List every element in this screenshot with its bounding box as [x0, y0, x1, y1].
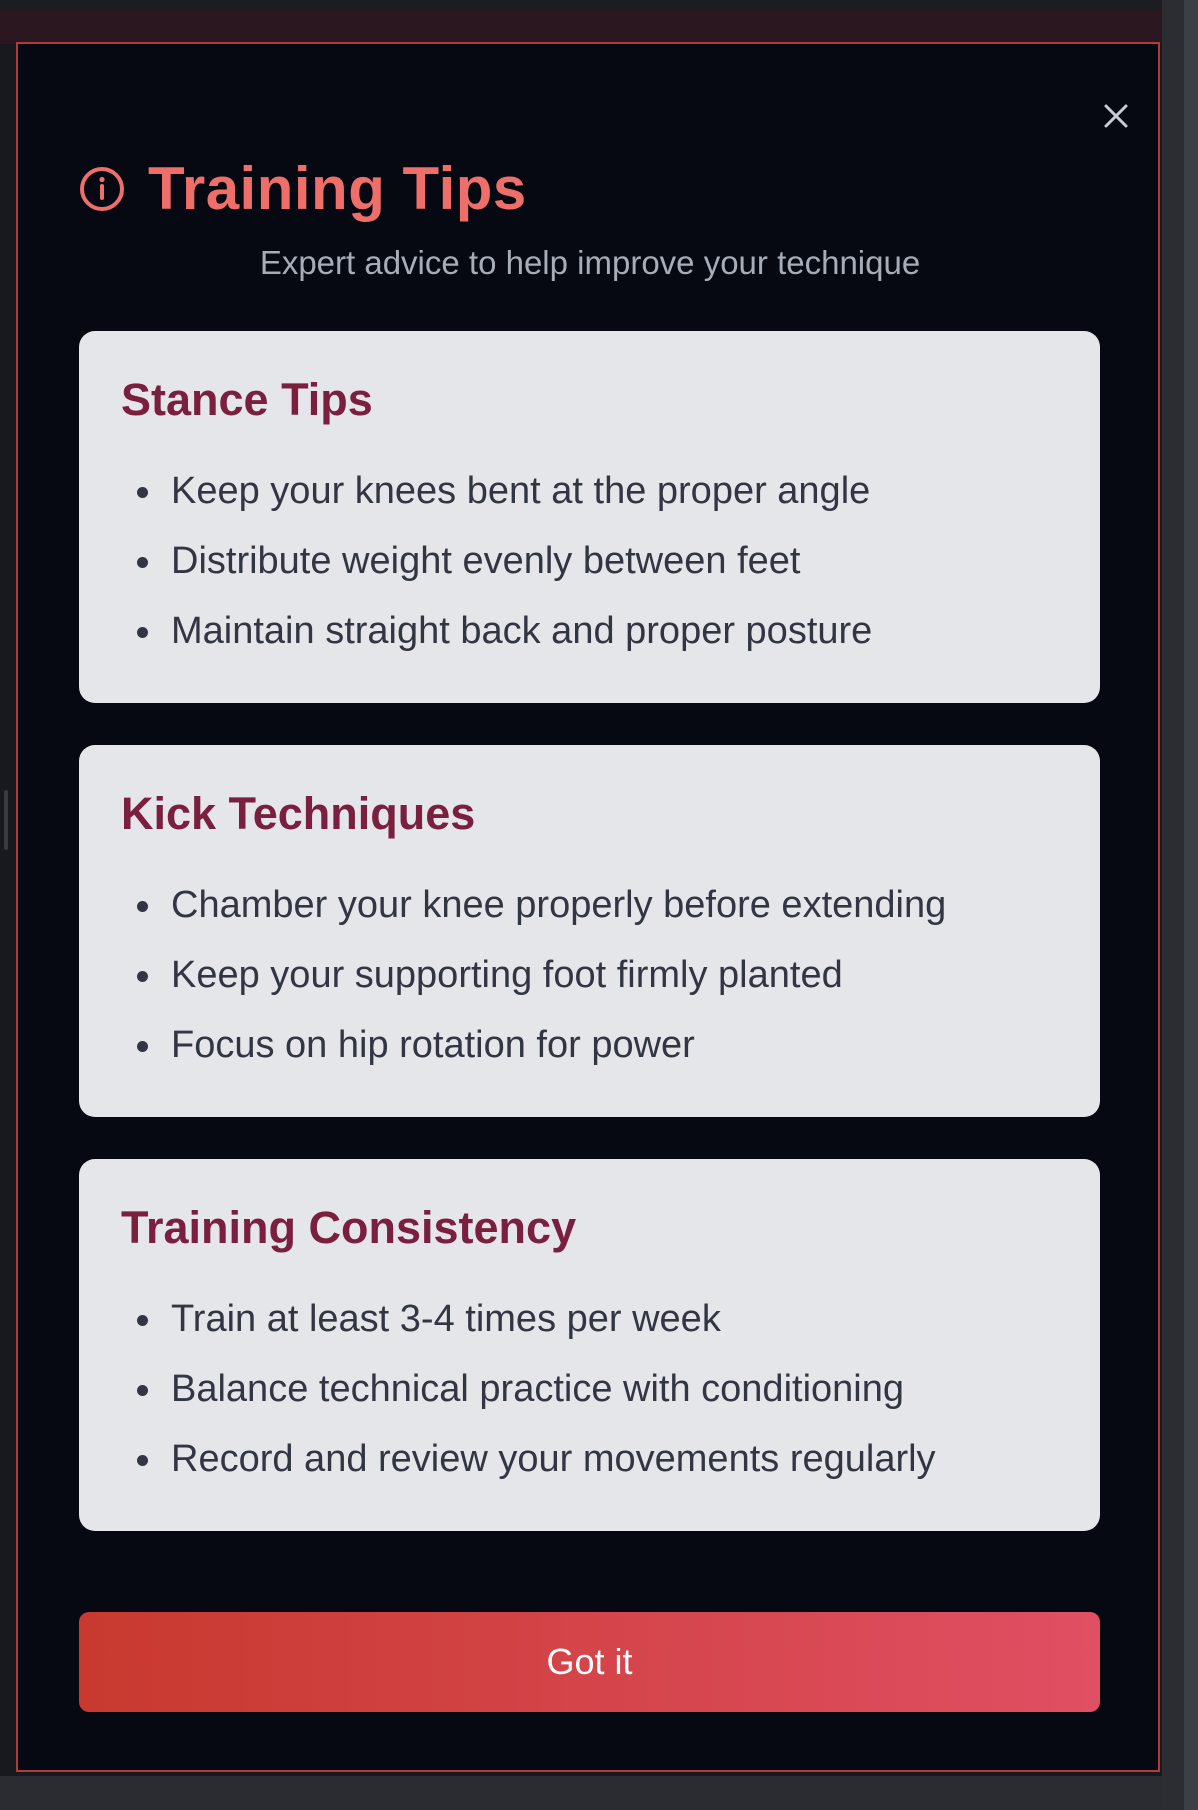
- info-circle-icon: [80, 166, 124, 211]
- top-strip: [0, 0, 1162, 44]
- close-icon: [1104, 104, 1128, 128]
- training-tips-dialog: Training Tips Expert advice to help impr…: [16, 42, 1160, 1772]
- scrollbar-track[interactable]: [1162, 0, 1198, 1810]
- list-item: Focus on hip rotation for power: [121, 1010, 1100, 1080]
- card-title: Training Consistency: [121, 1202, 577, 1253]
- tip-list: Train at least 3-4 times per week Balanc…: [121, 1284, 1100, 1494]
- dialog-title: Training Tips: [148, 155, 527, 222]
- list-item: Distribute weight evenly between feet: [121, 526, 1100, 596]
- close-button[interactable]: [1086, 86, 1146, 146]
- tip-list: Chamber your knee properly before extend…: [121, 870, 1100, 1080]
- tip-card-consistency: Training Consistency Train at least 3-4 …: [79, 1159, 1100, 1531]
- card-title: Stance Tips: [121, 374, 373, 425]
- dialog-subtitle: Expert advice to help improve your techn…: [259, 244, 921, 281]
- bottom-strip: [0, 1776, 1162, 1810]
- list-item: Balance technical practice with conditio…: [121, 1354, 1100, 1424]
- list-item: Keep your knees bent at the proper angle: [121, 456, 1100, 526]
- list-item: Train at least 3-4 times per week: [121, 1284, 1100, 1354]
- scrollbar-thumb[interactable]: [1162, 0, 1184, 1810]
- resize-handle[interactable]: [4, 790, 8, 850]
- tip-card-kick: Kick Techniques Chamber your knee proper…: [79, 745, 1100, 1117]
- list-item: Chamber your knee properly before extend…: [121, 870, 1100, 940]
- got-it-button[interactable]: Got it: [79, 1612, 1100, 1712]
- tip-list: Keep your knees bent at the proper angle…: [121, 456, 1100, 666]
- list-item: Record and review your movements regular…: [121, 1424, 1100, 1494]
- list-item: Maintain straight back and proper postur…: [121, 596, 1100, 666]
- card-title: Kick Techniques: [121, 788, 476, 839]
- tip-card-stance: Stance Tips Keep your knees bent at the …: [79, 331, 1100, 703]
- list-item: Keep your supporting foot firmly planted: [121, 940, 1100, 1010]
- dialog-header: Training Tips: [78, 154, 527, 223]
